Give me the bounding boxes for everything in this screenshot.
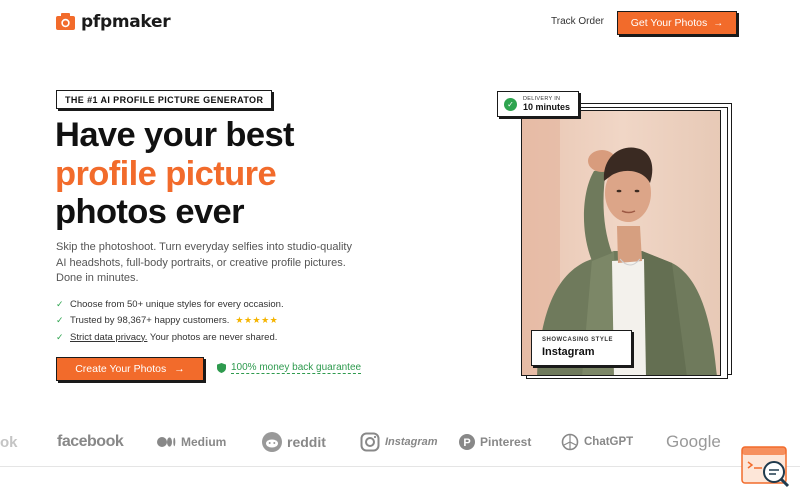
pinterest-wordmark: Pinterest <box>480 435 532 449</box>
money-back-guarantee[interactable]: 100% money back guarantee <box>217 362 362 374</box>
track-order-link[interactable]: Track Order <box>551 16 604 27</box>
google-logo: Google <box>666 425 721 459</box>
section-divider <box>0 466 800 467</box>
hero-headline: Have your best profile picture photos ev… <box>55 116 295 232</box>
arrow-right-icon: → <box>713 17 724 29</box>
rating-stars-icon: ★★★★★ <box>235 315 279 326</box>
chatgpt-icon <box>561 433 579 451</box>
pinterest-logo: P Pinterest <box>459 425 531 459</box>
create-photos-button[interactable]: Create Your Photos → <box>56 357 204 381</box>
reddit-logo: reddit <box>262 425 326 459</box>
checklist-item: ✓ Strict data privacy. Your photos are n… <box>56 329 284 346</box>
checklist-text: Your photos are never shared. <box>147 331 278 343</box>
chat-support-widget[interactable] <box>740 444 792 490</box>
camera-logo-icon <box>56 13 75 30</box>
instagram-logo: Instagram <box>360 425 438 459</box>
checklist-item: ✓ Choose from 50+ unique styles for ever… <box>56 296 284 313</box>
get-photos-label: Get Your Photos <box>630 17 708 29</box>
facebook-logo: facebook <box>57 425 124 459</box>
create-photos-label: Create Your Photos <box>75 363 167 375</box>
medium-logo: Medium <box>157 425 226 459</box>
arrow-right-icon: → <box>174 363 185 375</box>
delivery-badge: ✓ DELIVERY IN 10 minutes <box>497 91 579 117</box>
feature-checklist: ✓ Choose from 50+ unique styles for ever… <box>56 296 284 346</box>
style-badge: SHOWCASING STYLE Instagram <box>531 330 632 366</box>
platform-logos-strip: ok facebook Medium reddit Instagram P Pi… <box>0 425 800 459</box>
brand-name: pfpmaker <box>81 11 171 32</box>
brand-logo[interactable]: pfpmaker <box>55 11 171 32</box>
headline-line-1: Have your best <box>55 116 295 154</box>
pinterest-icon: P <box>459 434 475 450</box>
check-icon: ✓ <box>56 298 64 309</box>
chat-search-icon <box>741 446 790 488</box>
checklist-item: ✓ Trusted by 98,367+ happy customers. ★★… <box>56 313 284 330</box>
get-photos-button[interactable]: Get Your Photos → <box>617 11 737 35</box>
svg-text:P: P <box>463 437 470 449</box>
instagram-wordmark: Instagram <box>385 436 438 448</box>
reddit-wordmark: reddit <box>287 434 326 450</box>
chatgpt-wordmark: ChatGPT <box>584 436 634 448</box>
style-name: Instagram <box>542 346 595 358</box>
instagram-icon <box>360 432 380 452</box>
hero-subtext: Skip the photoshoot. Turn everyday selfi… <box>56 241 352 284</box>
check-icon: ✓ <box>56 331 64 342</box>
headline-line-2: profile picture <box>55 154 277 193</box>
chatgpt-logo: ChatGPT <box>561 425 633 459</box>
facebook-wordmark: facebook <box>57 433 124 450</box>
check-icon: ✓ <box>56 315 64 326</box>
reddit-icon <box>262 432 282 452</box>
medium-icon <box>157 437 176 447</box>
headline-line-3: photos ever <box>55 193 245 231</box>
checklist-text: Trusted by 98,367+ happy customers. <box>70 315 230 327</box>
medium-wordmark: Medium <box>181 435 227 449</box>
site-header: pfpmaker Track Order Get Your Photos → <box>0 0 800 44</box>
partial-logo: ok <box>0 433 18 451</box>
hero-tag: THE #1 AI PROFILE PICTURE GENERATOR <box>56 90 273 109</box>
google-wordmark: Google <box>666 432 721 451</box>
shield-icon <box>217 363 226 373</box>
check-circle-icon: ✓ <box>504 97 517 111</box>
checklist-text: Choose from 50+ unique styles for every … <box>70 298 284 310</box>
privacy-link[interactable]: Strict data privacy. <box>70 332 147 343</box>
style-label: SHOWCASING STYLE <box>542 337 614 343</box>
delivery-time: 10 minutes <box>523 102 571 112</box>
guarantee-label: 100% money back guarantee <box>231 362 362 374</box>
